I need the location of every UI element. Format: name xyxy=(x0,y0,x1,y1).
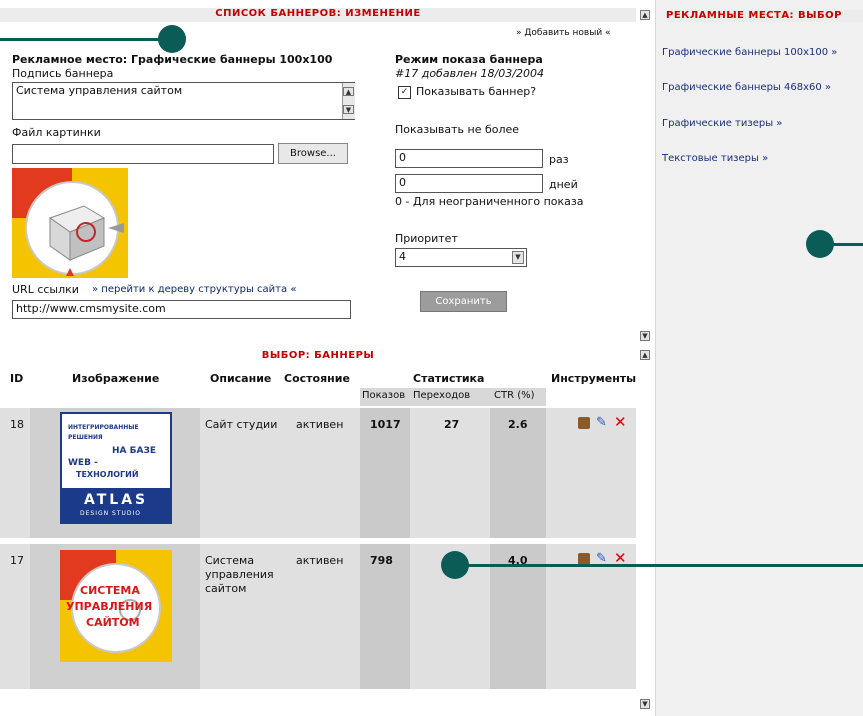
callout-marker xyxy=(441,551,469,579)
cms-line2: УПРАВЛЕНИЯ xyxy=(66,600,153,613)
site-tree-link[interactable]: » перейти к дереву структуры сайта « xyxy=(92,284,296,295)
browse-button[interactable]: Browse... xyxy=(278,143,348,164)
save-button[interactable]: Сохранить xyxy=(420,291,507,312)
placement-link-text-teasers[interactable]: Текстовые тизеры » xyxy=(662,153,768,164)
banner-line4: WEB - xyxy=(68,458,98,468)
url-label: URL ссылки xyxy=(12,283,79,296)
banner-sub: DESIGN STUDIO xyxy=(80,510,142,517)
show-checkbox-label: Показывать баннер? xyxy=(416,85,537,98)
banner-cms-image: СИСТЕМА УПРАВЛЕНИЯ САЙТОМ xyxy=(60,550,172,662)
row-shows: 798 xyxy=(370,554,393,567)
box-illustration-icon xyxy=(12,168,128,278)
priority-select[interactable]: 4 xyxy=(395,248,527,267)
row-id: 17 xyxy=(10,554,24,567)
added-info: #17 добавлен 18/03/2004 xyxy=(395,67,544,80)
textarea-scrollbar[interactable]: ▲ ▼ xyxy=(342,83,355,119)
chevron-down-icon[interactable]: ▼ xyxy=(512,251,524,264)
table-scroll-down-button[interactable]: ▼ xyxy=(640,699,650,709)
banner-line3: НА БАЗЕ xyxy=(112,446,156,456)
row-state: активен xyxy=(296,554,344,567)
banner-atlas-image: ИНТЕГРИРОВАННЫЕ РЕШЕНИЯ НА БАЗЕ WEB - ТЕ… xyxy=(60,412,172,524)
callout-line xyxy=(455,564,863,567)
banners-title: ВЫБОР: БАННЕРЫ xyxy=(0,350,636,364)
times-unit: раз xyxy=(549,153,569,166)
col-stats: Статистика xyxy=(413,372,485,385)
col-state: Состояние xyxy=(284,372,350,385)
add-new-link[interactable]: » Добавить новый « xyxy=(516,28,611,38)
banner-line5: ТЕХНОЛОГИЙ xyxy=(76,470,139,479)
right-panel xyxy=(655,0,863,716)
row-desc: Система управления сайтом xyxy=(205,554,274,595)
table-row: 18 ИНТЕГРИРОВАННЫЕ РЕШЕНИЯ НА БАЗЕ WEB -… xyxy=(0,408,636,538)
cms-line1: СИСТЕМА xyxy=(80,584,140,597)
scroll-down-button[interactable]: ▼ xyxy=(640,331,650,341)
caption-text: Система управления сайтом xyxy=(16,84,183,97)
file-input[interactable] xyxy=(12,144,274,164)
priority-value: 4 xyxy=(399,250,406,263)
scroll-up-button[interactable]: ▲ xyxy=(640,10,650,20)
col-clicks: Переходов xyxy=(413,390,471,401)
delete-icon[interactable]: ✕ xyxy=(614,413,627,431)
placements-title: РЕКЛАМНЫЕ МЕСТА: ВЫБОР xyxy=(666,10,863,22)
file-label: Файл картинки xyxy=(12,126,101,139)
banner-line2: РЕШЕНИЯ xyxy=(68,434,103,441)
banner-brand: ATLAS xyxy=(84,492,149,508)
row-state: активен xyxy=(296,418,344,431)
caption-label: Подпись баннера xyxy=(12,67,114,80)
placement-link-100x100[interactable]: Графические баннеры 100x100 » xyxy=(662,47,837,58)
caption-textarea[interactable]: Система управления сайтом xyxy=(12,82,355,120)
placement-link-teasers[interactable]: Графические тизеры » xyxy=(662,118,782,129)
row-desc: Сайт студии xyxy=(205,418,278,431)
callout-marker xyxy=(158,25,186,53)
placement-link-468x60[interactable]: Графические баннеры 468x60 » xyxy=(662,82,831,93)
mode-title: Режим показа баннера xyxy=(395,53,543,66)
col-shows: Показов xyxy=(362,390,406,401)
days-unit: дней xyxy=(549,178,578,191)
col-tools: Инструменты xyxy=(551,372,637,385)
unlimited-note: 0 - Для неограниченного показа xyxy=(395,195,584,208)
banner-line1: ИНТЕГРИРОВАННЫЕ xyxy=(68,424,139,431)
cms-line3: САЙТОМ xyxy=(86,616,140,629)
placement-title: Рекламное место: Графические баннеры 100… xyxy=(12,53,333,66)
show-checkbox[interactable]: ✓ xyxy=(398,86,411,99)
times-input[interactable]: 0 xyxy=(395,149,543,168)
col-desc: Описание xyxy=(210,372,272,385)
callout-marker xyxy=(806,230,834,258)
url-input[interactable]: http://www.cmsmysite.com xyxy=(12,300,351,319)
banner-preview-image xyxy=(12,168,128,278)
edit-panel-title: СПИСОК БАННЕРОВ: ИЗМЕНЕНИЕ xyxy=(0,8,636,22)
row-shows: 1017 xyxy=(370,418,401,431)
wrench-icon[interactable]: ✎ xyxy=(596,415,607,430)
row-id: 18 xyxy=(10,418,24,431)
row-ctr: 2.6 xyxy=(508,418,528,431)
col-ctr: CTR (%) xyxy=(494,390,535,401)
table-scroll-up-button[interactable]: ▲ xyxy=(640,350,650,360)
days-input[interactable]: 0 xyxy=(395,174,543,193)
col-id: ID xyxy=(10,372,24,385)
show-limit-label: Показывать не более xyxy=(395,123,520,136)
stats-icon[interactable] xyxy=(578,417,590,429)
priority-label: Приоритет xyxy=(395,232,458,245)
row-clicks: 27 xyxy=(444,418,460,431)
callout-line xyxy=(0,38,172,41)
col-image: Изображение xyxy=(72,372,160,385)
